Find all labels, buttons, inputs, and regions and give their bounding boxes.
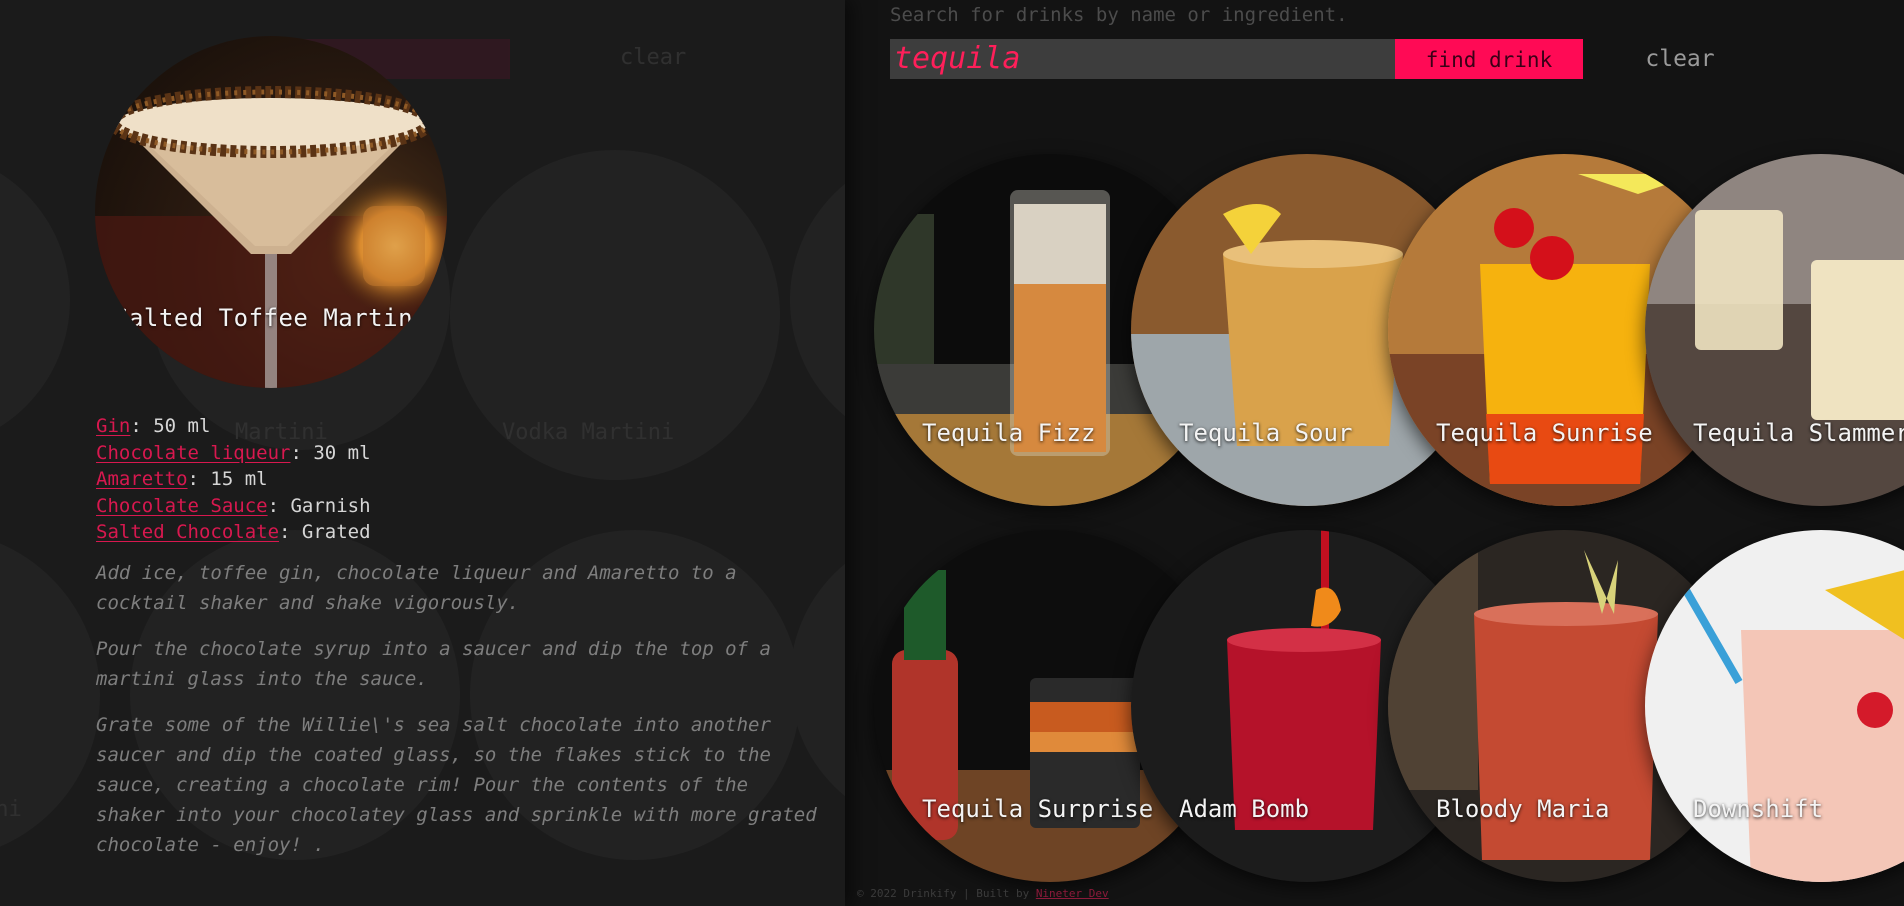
ingredient-amount: : 50 ml xyxy=(130,415,211,437)
drink-card-label: Tequila Sunrise xyxy=(1436,419,1653,447)
ingredient-amount: : 30 ml xyxy=(290,441,371,464)
ghost-clear-label: clear xyxy=(620,45,687,70)
ingredient-amount: : 15 ml xyxy=(187,468,268,490)
ingredient-row: Amaretto: 15 ml xyxy=(96,466,371,493)
ghost-drink-circle xyxy=(0,530,100,860)
drink-card-tequila-slammer[interactable]: Tequila Slammer xyxy=(1645,154,1904,506)
drink-card-label: Tequila Slammer xyxy=(1693,419,1904,447)
ingredient-amount: : Garnish xyxy=(267,494,371,517)
ghost-drink-circle xyxy=(790,150,845,450)
drink-card-label: Tequila Surprise xyxy=(922,795,1154,823)
drink-card-label: Tequila Sour xyxy=(1179,419,1353,447)
instructions-block: Add ice, toffee gin, chocolate liqueur a… xyxy=(96,558,845,876)
footer: © 2022 Drinkify | Built by Nineter Dev xyxy=(857,887,1109,900)
ingredient-row: Chocolate Sauce: Garnish xyxy=(96,493,371,520)
footer-link[interactable]: Nineter Dev xyxy=(1036,887,1109,900)
drink-detail-photo: Salted Toffee Martini xyxy=(95,36,447,388)
search-hint: Search for drinks by name or ingredient. xyxy=(890,4,1348,26)
instruction-paragraph: Add ice, toffee gin, chocolate liqueur a… xyxy=(96,562,737,614)
ingredient-link[interactable]: Salted Chocolate xyxy=(96,521,279,543)
ingredient-link[interactable]: Amaretto xyxy=(96,468,188,490)
instruction-paragraph: Pour the chocolate syrup into a saucer a… xyxy=(96,638,771,690)
ghost-vodka-martini-label: Vodka Martini xyxy=(502,420,675,445)
drink-photo xyxy=(1645,530,1904,882)
ingredient-amount: : Grated xyxy=(279,521,371,543)
footer-text: © 2022 Drinkify | Built by xyxy=(857,887,1036,900)
drink-detail-panel: clear Martini Vodka Martini ini xyxy=(0,0,845,906)
drink-card-label: Downshift xyxy=(1693,795,1824,823)
ghost-drink-circle xyxy=(450,150,780,480)
martini-glass-illustration xyxy=(95,86,447,388)
ingredients-list: Gin: 50 ml Chocolate liqueur: 30 ml Amar… xyxy=(96,413,371,546)
ingredient-link[interactable]: Chocolate liqueur xyxy=(96,442,290,464)
clear-button[interactable]: clear xyxy=(1620,41,1740,77)
drink-detail-title: Salted Toffee Martini xyxy=(114,304,428,332)
instruction-paragraph: Grate some of the Willie\'s sea salt cho… xyxy=(96,714,817,856)
ghost-drink-circle xyxy=(0,150,70,450)
ghost-partial-label: ini xyxy=(0,797,22,822)
drink-photo xyxy=(1645,154,1904,506)
drink-card-downshift[interactable]: Downshift xyxy=(1645,530,1904,882)
drink-card-label: Tequila Fizz xyxy=(922,419,1096,447)
drink-card-label: Adam Bomb xyxy=(1179,795,1310,823)
ingredient-link[interactable]: Chocolate Sauce xyxy=(96,495,268,517)
find-drink-button[interactable]: find drink xyxy=(1395,39,1583,79)
ingredient-row: Chocolate liqueur: 30 ml xyxy=(96,440,371,467)
ingredient-row: Salted Chocolate: Grated xyxy=(96,519,371,546)
ingredient-link[interactable]: Gin xyxy=(96,415,130,437)
search-input[interactable]: tequila xyxy=(890,39,1395,79)
drink-card-label: Bloody Maria xyxy=(1436,795,1610,823)
ingredient-row: Gin: 50 ml xyxy=(96,413,371,440)
